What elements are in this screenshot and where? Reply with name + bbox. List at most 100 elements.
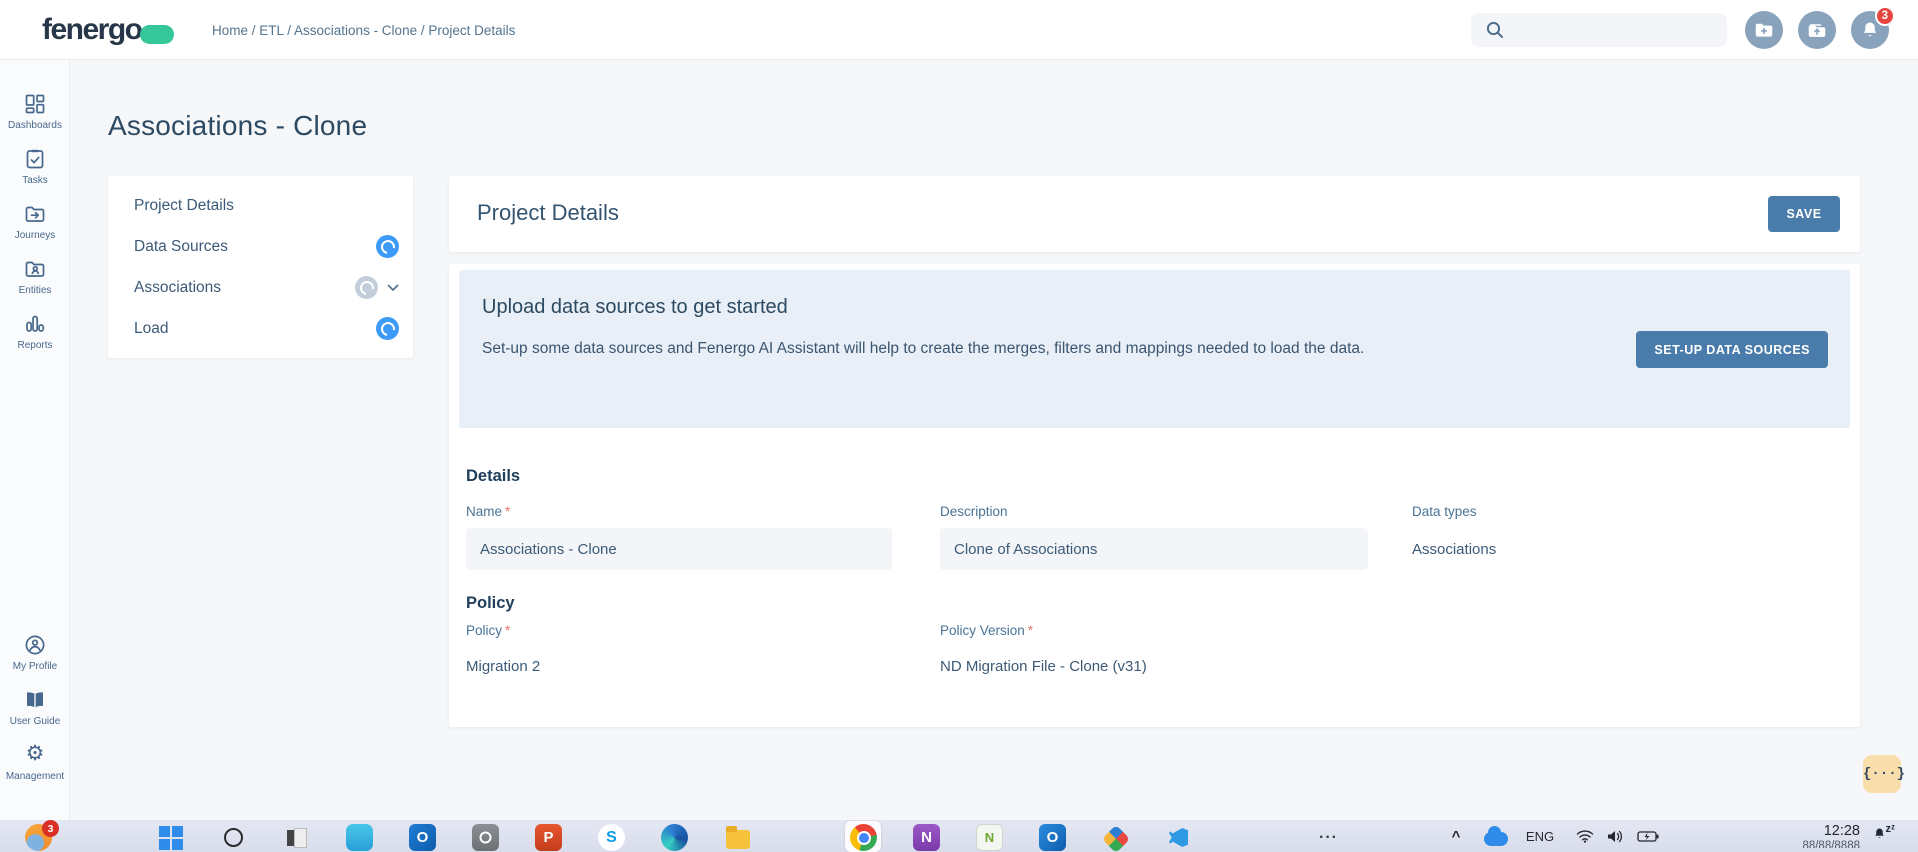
fenergo-logo[interactable]: fenergo [42,13,174,47]
dev-tools-button[interactable]: {···} [1863,755,1901,793]
taskbar-overflow-button[interactable]: ··· [1315,824,1342,851]
office-icon [1101,825,1129,852]
name-input[interactable] [466,528,892,570]
folder-icon [726,830,750,849]
tray-show-hidden-icons[interactable]: ^ [1446,824,1466,848]
sidebar-item-journeys[interactable]: Journeys [0,202,70,247]
main-content: Associations - Clone Project Details Dat… [70,60,1918,820]
save-button[interactable]: SAVE [1768,196,1840,232]
windows-taskbar: 3 O P S N N O ··· ^ ENG [0,820,1918,852]
tray-wifi[interactable] [1572,824,1598,848]
sidebar-item-user-guide[interactable]: User Guide [0,688,70,733]
folder-upload-icon [1806,19,1828,41]
description-input[interactable] [940,528,1368,570]
sidebar-item-dashboards[interactable]: Dashboards [0,92,70,137]
windows-logo-icon [159,826,183,850]
battery-charging-icon [1637,830,1659,843]
breadcrumb[interactable]: Home / ETL / Associations - Clone / Proj… [212,23,515,38]
page-title: Associations - Clone [108,110,367,142]
taskbar-notification-badge: 3 [42,820,59,837]
taskbar-app-vscode[interactable] [1165,824,1192,851]
dashboards-icon [23,92,47,116]
sidebar-item-my-profile[interactable]: My Profile [0,633,70,678]
taskbar-app-office[interactable] [1102,824,1129,851]
status-complete-icon [376,317,399,340]
search-icon [1484,19,1506,41]
tray-battery[interactable] [1633,824,1663,848]
taskbar-app-file-explorer[interactable] [724,824,751,851]
taskbar-search[interactable] [220,824,247,851]
sidebar-item-management[interactable]: ⚙ Management [0,743,70,788]
details-heading: Details [466,467,520,486]
notification-badge: 3 [1875,6,1895,26]
panel-header: Project Details SAVE [449,176,1860,252]
profile-icon [23,633,47,657]
step-data-sources[interactable]: Data Sources [108,226,413,267]
policy-heading: Policy [466,594,515,613]
project-step-nav: Project Details Data Sources Association… [108,176,413,358]
camera-lens-icon [478,830,493,845]
data-types-value: Associations [1412,541,1496,558]
taskbar-app-edge[interactable] [661,824,688,851]
status-pending-icon [355,276,378,299]
sidebar-item-reports[interactable]: Reports [0,312,70,357]
banner-title: Upload data sources to get started [482,296,788,319]
upload-banner: Upload data sources to get started Set-u… [459,270,1850,428]
left-sidebar: Dashboards Tasks Journeys Entities [0,60,70,820]
search-icon [224,828,243,847]
new-project-button[interactable] [1745,11,1783,49]
tray-onedrive[interactable] [1482,824,1510,848]
step-load[interactable]: Load [108,308,413,349]
status-complete-icon [376,235,399,258]
start-button[interactable] [157,824,184,851]
onedrive-cloud-icon [1484,832,1508,846]
entities-icon [23,257,47,281]
policy-value: Migration 2 [466,658,540,675]
fenergo-logo-pill [140,25,174,44]
taskbar-app-powerpoint[interactable]: P [535,824,562,851]
policy-label: Policy* [466,623,510,638]
clock-date-clipped: 88/88/8888 [1802,840,1860,848]
taskbar-app-notepad-plus[interactable]: N [976,824,1003,851]
banner-body: Set-up some data sources and Fenergo AI … [482,338,1452,360]
task-view-button[interactable] [283,824,310,851]
notifications-button[interactable]: 3 [1851,11,1889,49]
project-details-form: Upload data sources to get started Set-u… [449,264,1860,727]
required-marker: * [505,504,510,519]
wifi-icon [1576,829,1594,843]
data-types-label: Data types [1412,504,1477,519]
required-marker: * [505,623,510,638]
tray-language[interactable]: ENG [1522,824,1558,848]
name-label: Name* [466,504,510,519]
gear-icon: ⚙ [26,743,45,767]
upload-button[interactable] [1798,11,1836,49]
sidebar-item-entities[interactable]: Entities [0,257,70,302]
taskbar-app-outlook-mail[interactable]: O [1039,824,1066,851]
folder-plus-icon [1753,19,1775,41]
setup-data-sources-button[interactable]: SET-UP DATA SOURCES [1636,331,1828,368]
policy-version-label: Policy Version* [940,623,1033,638]
tray-clock[interactable]: 12:28 88/88/8888 [1802,823,1860,848]
panel-title: Project Details [477,200,619,226]
required-marker: * [1028,623,1033,638]
taskbar-app-camera[interactable] [472,824,499,851]
policy-version-value: ND Migration File - Clone (v31) [940,658,1147,675]
description-label: Description [940,504,1008,519]
book-icon [23,688,47,712]
step-associations[interactable]: Associations [108,267,413,308]
chevron-down-icon[interactable] [387,284,399,292]
taskbar-browser-profile[interactable]: 3 [25,824,52,851]
search-input[interactable] [1471,13,1727,47]
speaker-icon [1606,829,1624,844]
taskbar-app-outlook[interactable]: O [409,824,436,851]
taskbar-app-3d-viewer[interactable] [346,824,373,851]
clock-time: 12:28 [1802,823,1860,840]
sidebar-item-tasks[interactable]: Tasks [0,147,70,192]
taskbar-app-skype[interactable]: S [598,824,625,851]
step-project-details[interactable]: Project Details [108,185,413,226]
taskbar-app-onenote[interactable]: N [913,824,940,851]
tray-do-not-disturb[interactable]: zᶻ [1872,826,1894,846]
tray-volume[interactable] [1602,824,1628,848]
vscode-icon [1169,828,1188,847]
taskbar-app-chrome-active[interactable] [850,824,877,851]
